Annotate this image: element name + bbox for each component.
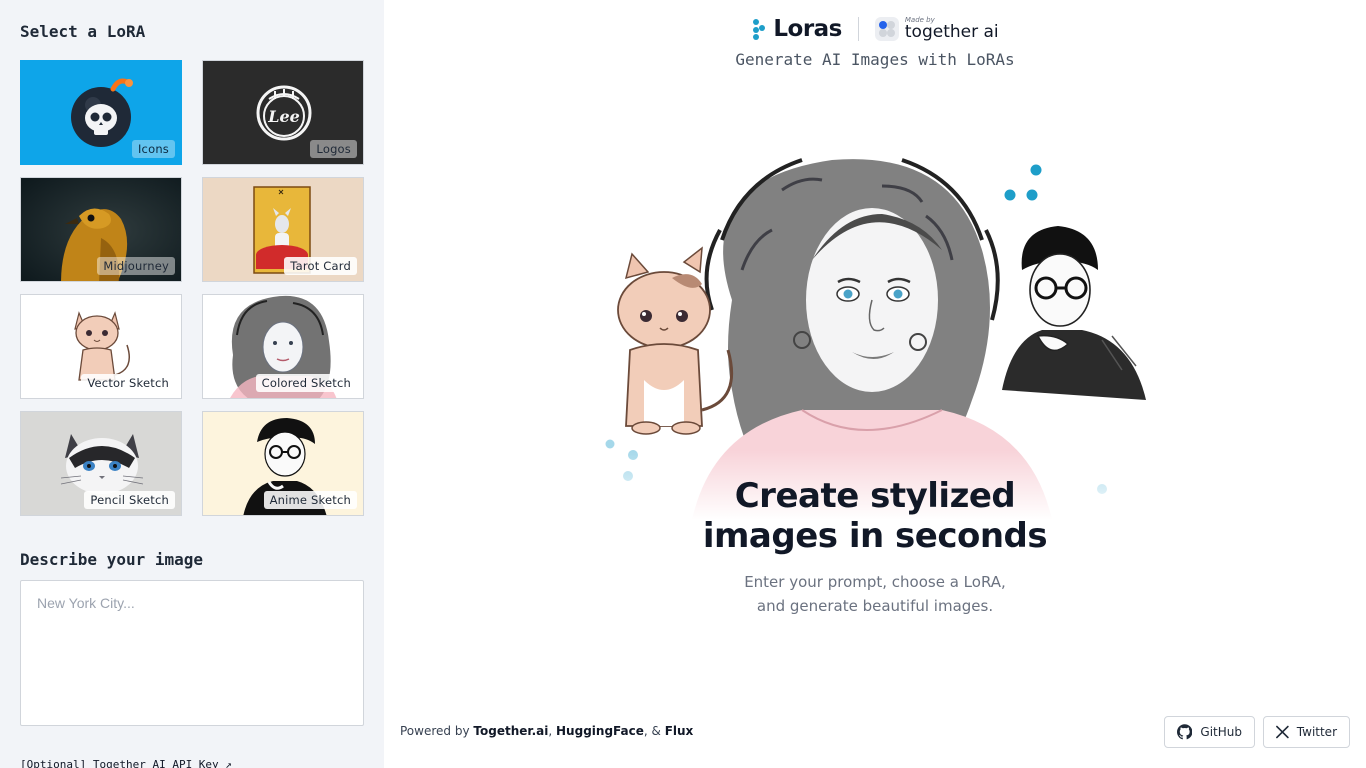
lora-card-vector-sketch[interactable]: Vector Sketch [20,294,182,399]
subtitle-line-2: and generate beautiful images. [756,597,994,615]
lora-card-icons[interactable]: Icons [20,60,182,165]
powered-by: Powered by Together.ai, HuggingFace, & F… [400,724,693,738]
api-key-link[interactable]: [Optional] Together AI API Key ↗ [20,758,232,768]
lora-label: Colored Sketch [255,374,357,392]
header-divider [857,17,859,41]
hero-subtitle: Enter your prompt, choose a LoRA, and ge… [384,570,1366,618]
credit-amp: , & [643,724,661,738]
made-by-together[interactable]: Made by together ai [874,17,999,42]
github-label: GitHub [1200,725,1242,739]
describe-image-title: Describe your image [20,550,204,569]
lora-card-logos[interactable]: Lee Logos [202,60,364,165]
loras-logo[interactable]: Loras [751,16,842,42]
headline-line-2: images in seconds [702,516,1048,556]
together-ai-icon [874,17,899,41]
lora-card-pencil-sketch[interactable]: Pencil Sketch [20,411,182,516]
main-content: Loras Made by together ai Generate AI Im… [384,0,1366,768]
lora-label: Midjourney [97,257,175,275]
lora-card-colored-sketch[interactable]: Colored Sketch [202,294,364,399]
huggingface-link[interactable]: HuggingFace [556,724,644,738]
prompt-input[interactable] [20,580,364,726]
powered-by-label: Powered by [400,724,470,738]
loras-logo-icon [753,19,766,40]
x-twitter-icon [1276,725,1289,739]
hero-headline: Create stylized images in seconds [384,476,1366,556]
github-button[interactable]: GitHub [1164,716,1255,748]
lora-label: Pencil Sketch [84,491,175,509]
credit-comma: , [548,724,553,738]
twitter-button[interactable]: Twitter [1263,716,1350,748]
hero-illustration [602,158,1150,520]
lora-grid: Icons Lee Logos Midjourney Tarot Card Ve… [20,60,364,516]
twitter-label: Twitter [1296,725,1337,739]
cat-sketch [617,246,734,435]
together-link[interactable]: Together.ai [473,724,548,738]
lora-card-anime-sketch[interactable]: Anime Sketch [202,411,364,516]
tagline: Generate AI Images with LoRAs [735,50,1015,69]
lora-card-midjourney[interactable]: Midjourney [20,177,182,282]
sidebar: Select a LoRA Icons Lee Logos Midjourney… [0,0,384,768]
brand-header: Loras Made by together ai [384,16,1366,42]
lora-label: Logos [310,140,357,158]
boy-sketch [1002,226,1146,400]
select-lora-title: Select a LoRA [20,22,146,41]
subtitle-line-1: Enter your prompt, choose a LoRA, [744,573,1006,591]
lora-label: Tarot Card [284,257,357,275]
github-icon [1177,724,1193,740]
lora-label: Icons [131,140,175,158]
logo-thumb-text: Lee [267,107,300,126]
headline-line-1: Create stylized [734,476,1016,516]
logo-text: Loras [773,16,842,42]
flux-link[interactable]: Flux [665,724,694,738]
lora-card-tarot[interactable]: Tarot Card [202,177,364,282]
together-ai-name: together ai [904,22,999,42]
lora-label: Anime Sketch [263,491,357,509]
lora-label: Vector Sketch [81,374,175,392]
